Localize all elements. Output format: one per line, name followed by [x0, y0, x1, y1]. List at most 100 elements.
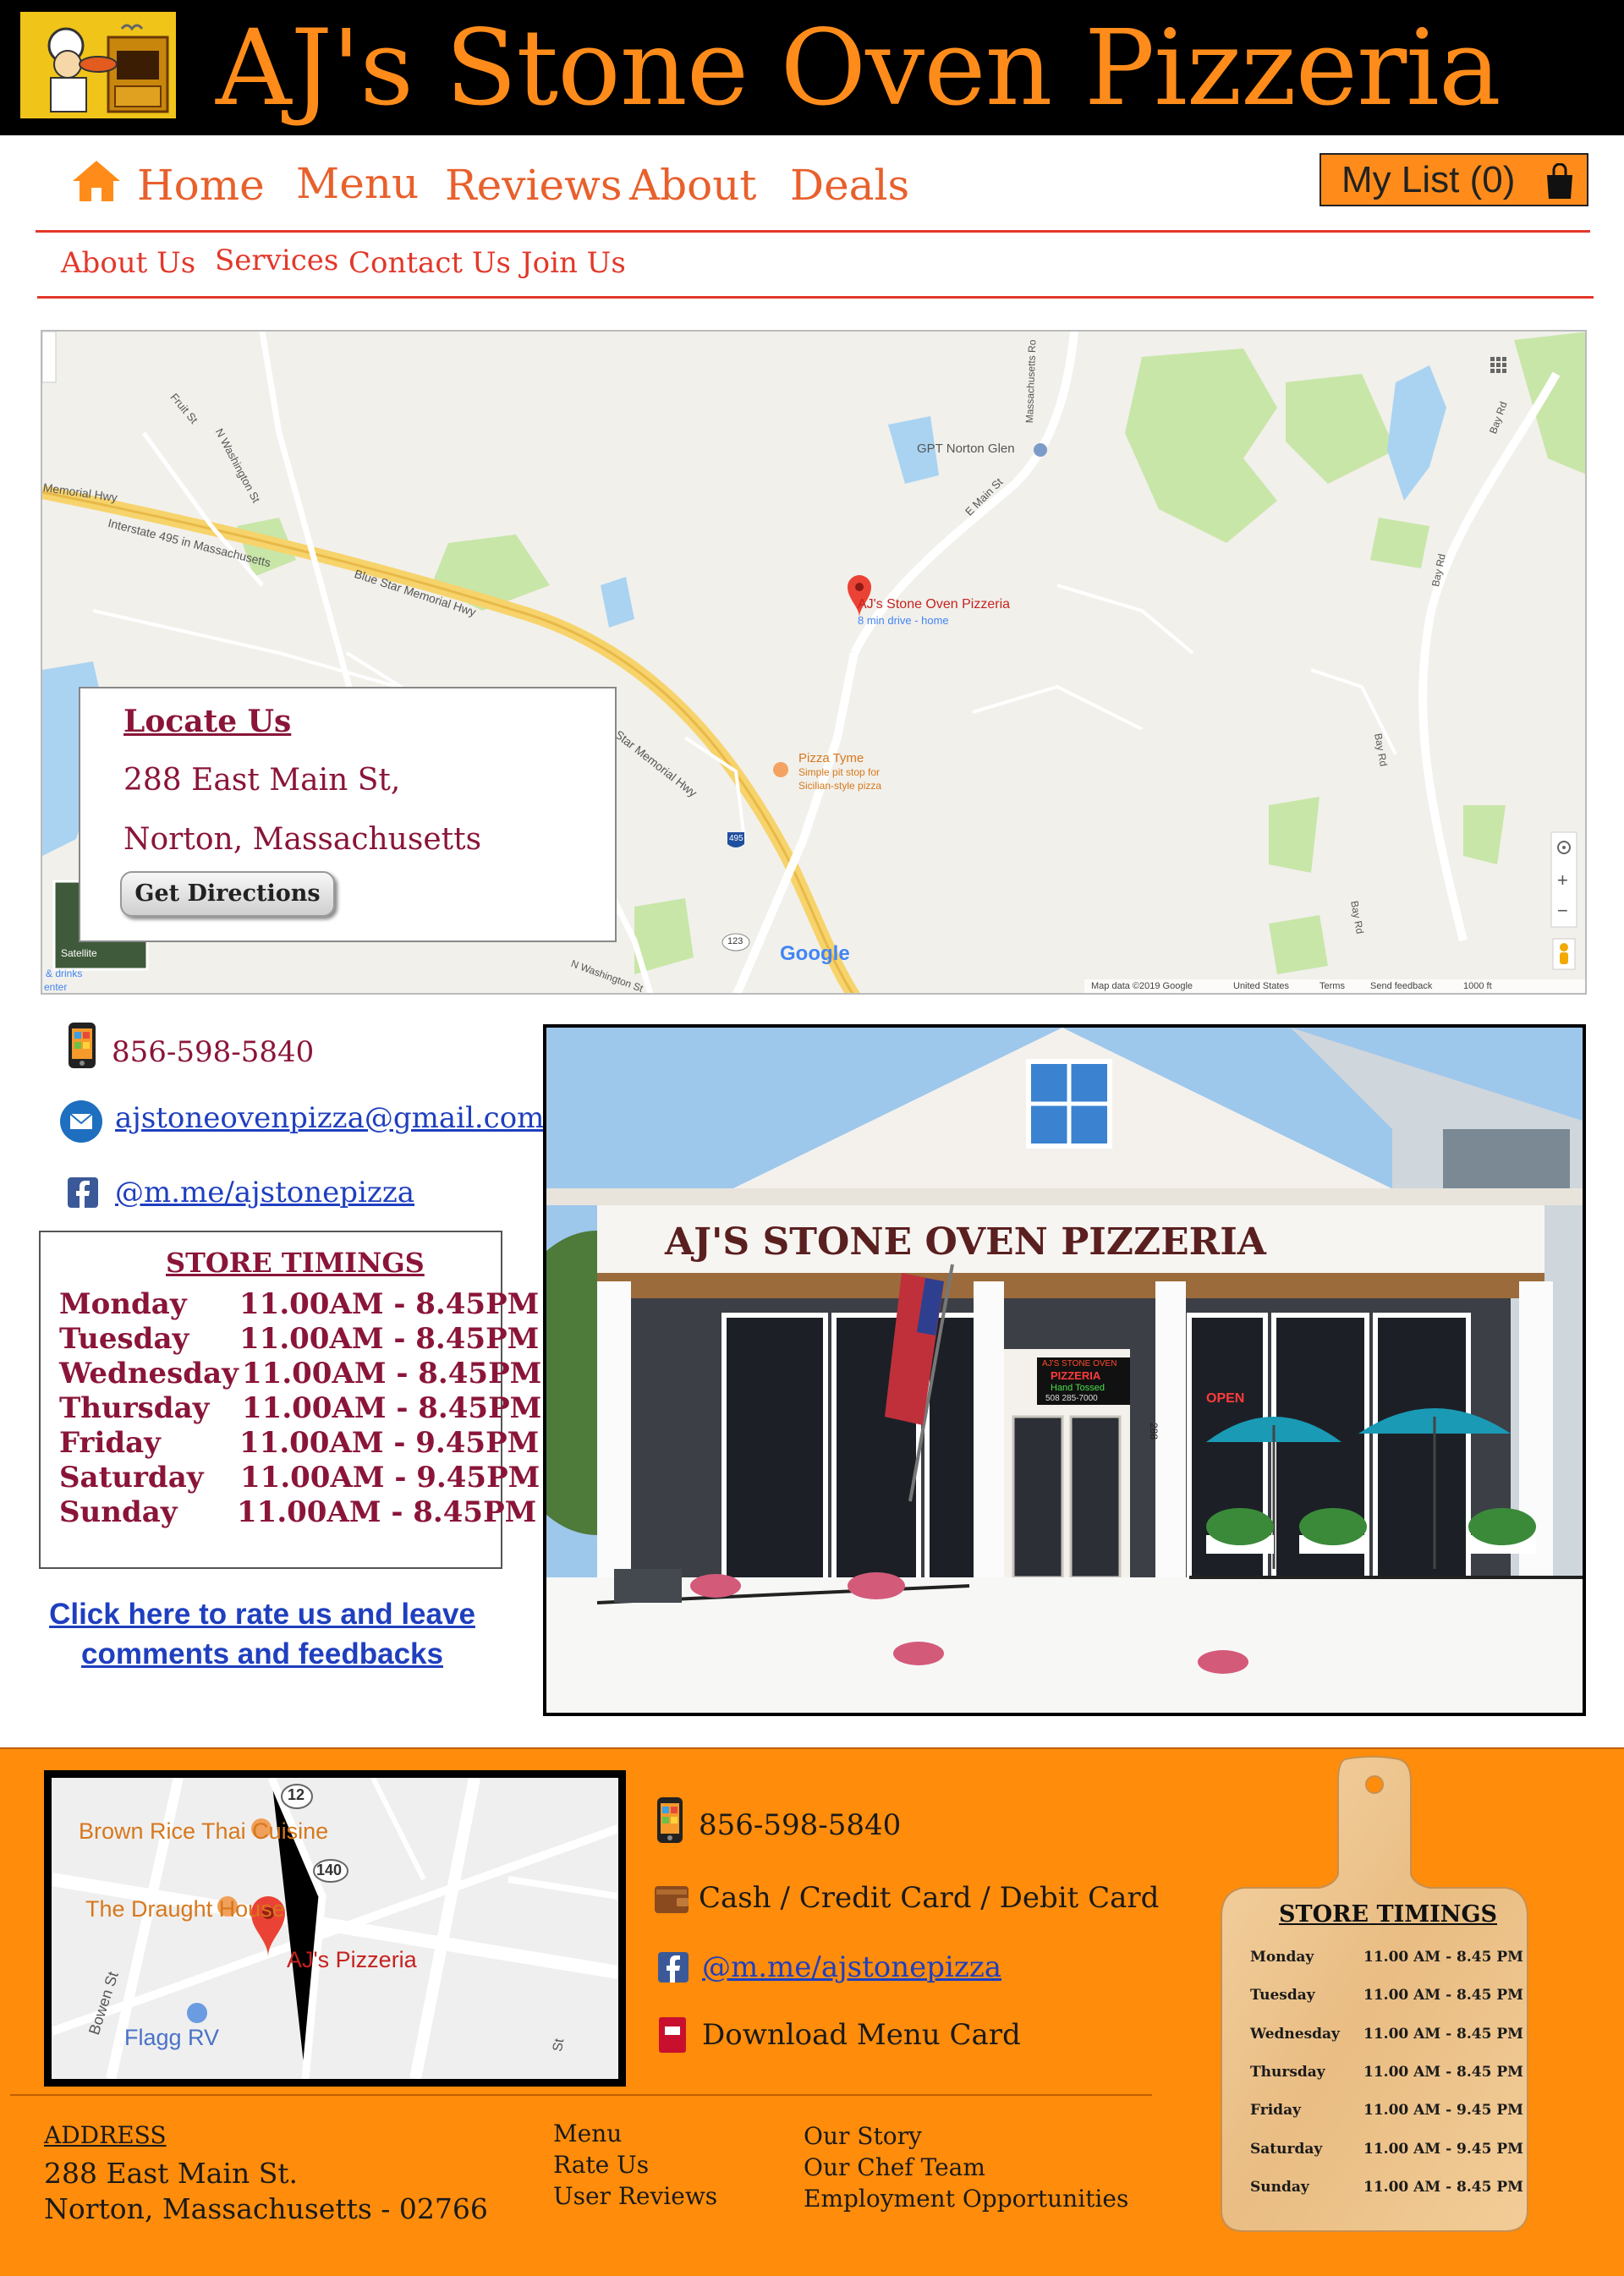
footer-link-rate-us[interactable]: Rate Us [553, 2149, 649, 2180]
map-footer-data: Map data ©2019 Google [1091, 981, 1193, 991]
footer-link-our-story[interactable]: Our Story [804, 2120, 922, 2152]
map-zoom-in[interactable]: + [1557, 869, 1568, 891]
rate-us-line1[interactable]: Click here to rate us and leave [34, 1594, 491, 1634]
subnav-join-us[interactable]: Join Us [521, 246, 626, 280]
storefront-sign: AJ'S STONE OVEN PIZZERIA [665, 1220, 1266, 1264]
locate-address-line1: 288 East Main St, [123, 763, 401, 798]
footer-map-label-draught: The Draught House [85, 1896, 285, 1922]
map-footer-us: United States [1233, 981, 1290, 991]
footer-link-user-reviews[interactable]: User Reviews [553, 2180, 717, 2212]
timing-hours: 11.00AM - 9.45PM [239, 1426, 540, 1460]
footer-map-shield-140: 140 [316, 1862, 343, 1878]
map-label-marker: AJ's Stone Oven Pizzeria [858, 597, 1011, 612]
nav-about[interactable]: About [629, 160, 757, 211]
footer-map-label-brown-rice: Brown Rice Thai Cuisine [79, 1818, 329, 1844]
rate-us-line2[interactable]: comments and feedbacks [34, 1634, 491, 1674]
rate-us-link[interactable]: Click here to rate us and leave comments… [34, 1594, 491, 1674]
subnav-contact-us[interactable]: Contact Us [348, 246, 511, 280]
nav-divider-top [36, 230, 1590, 233]
footer-address-line1: 288 East Main St. [44, 2157, 299, 2190]
footer-map-label-ajs: AJ's Pizzeria [287, 1947, 417, 1972]
nav-divider-bottom [37, 296, 1594, 299]
subnav-about-us[interactable]: About Us [61, 246, 195, 280]
board-timing-day: Saturday [1250, 2141, 1323, 2158]
timing-day: Tuesday [59, 1322, 189, 1356]
timing-hours: 11.00AM - 9.45PM [240, 1461, 540, 1494]
contact-email[interactable]: ajstoneovenpizza@gmail.com [115, 1101, 544, 1135]
footer-link-employment[interactable]: Employment Opportunities [804, 2183, 1128, 2214]
map-label-center: enter [44, 981, 68, 993]
footer-address-heading: ADDRESS [44, 2121, 167, 2149]
storefront-photo: AJ'S STONE OVEN PIZZERIA AJ'S STONE OVEN… [543, 1024, 1586, 1716]
board-timing-hours: 11.00 AM - 8.45 PM [1363, 2026, 1523, 2043]
board-timing-day: Thursday [1250, 2064, 1325, 2081]
map-footer-scale: 1000 ft [1463, 981, 1492, 991]
pizza-chef-logo[interactable] [20, 12, 176, 118]
footer-phone[interactable]: 856-598-5840 [699, 1808, 901, 1842]
map-satellite-label[interactable]: Satellite [61, 947, 97, 959]
footer-download-menu[interactable]: Download Menu Card [702, 2018, 1021, 2052]
board-timing-day: Monday [1250, 1949, 1314, 1966]
nav-deals[interactable]: Deals [790, 160, 909, 211]
map-footer-feedback[interactable]: Send feedback [1370, 981, 1432, 991]
board-timing-hours: 11.00 AM - 8.45 PM [1363, 1987, 1523, 2004]
footer-link-menu[interactable]: Menu [553, 2118, 622, 2149]
map-zoom-out[interactable]: − [1557, 900, 1568, 922]
footer-address-line2: Norton, Massachusetts - 02766 [44, 2192, 488, 2225]
footer-link-chef-team[interactable]: Our Chef Team [804, 2152, 985, 2183]
locate-address-line2: Norton, Massachusetts [123, 822, 482, 857]
my-list-button[interactable]: My List (0) [1320, 153, 1588, 206]
board-timing-day: Tuesday [1250, 1987, 1315, 2004]
google-logo: Google [780, 942, 850, 965]
footer-divider [10, 2094, 1152, 2096]
window-sign-4: 508 285-7000 [1045, 1394, 1098, 1403]
open-sign: OPEN [1206, 1391, 1245, 1406]
map-label-marker-sub: 8 min drive - home [858, 614, 949, 627]
site-title[interactable]: AJ's Stone Oven Pizzeria [216, 5, 1501, 132]
board-timing-day: Sunday [1250, 2179, 1309, 2196]
mail-icon [59, 1100, 103, 1143]
store-timings-heading: STORE TIMINGS [166, 1247, 425, 1279]
nav-menu[interactable]: Menu [296, 158, 419, 209]
pegman-icon[interactable] [1560, 943, 1568, 964]
shopping-bag-icon [1543, 162, 1577, 200]
footer-payment: Cash / Credit Card / Debit Card [699, 1881, 1160, 1915]
home-icon[interactable] [71, 159, 122, 203]
timing-day: Friday [59, 1426, 161, 1460]
subnav-services[interactable]: Services [215, 244, 338, 277]
my-list-label: My List (0) [1341, 159, 1516, 200]
nav-reviews[interactable]: Reviews [445, 160, 623, 211]
footer-phone-icon [656, 1796, 683, 1844]
timing-day: Wednesday [59, 1357, 239, 1390]
get-directions-button[interactable]: Get Directions [120, 871, 335, 917]
timing-hours: 11.00AM - 8.45PM [239, 1287, 540, 1321]
map-shield-495: 495 [729, 834, 743, 843]
locate-us-heading[interactable]: Locate Us [123, 704, 291, 739]
map-label-drinks: & drinks [46, 968, 83, 979]
board-timing-hours: 11.00 AM - 8.45 PM [1363, 2179, 1523, 2196]
timing-day: Thursday [59, 1391, 210, 1425]
map-label-gpt: GPT Norton Glen [917, 441, 1015, 456]
menu-card-icon [658, 2016, 687, 2054]
window-sign-2: PIZZERIA [1051, 1369, 1101, 1382]
map-label-pizza-tyme-sub2: Sicilian-style pizza [798, 780, 882, 792]
board-timing-day: Wednesday [1250, 2026, 1340, 2043]
footer-timings-heading: STORE TIMINGS [1279, 1901, 1498, 1928]
board-timing-hours: 11.00 AM - 8.45 PM [1363, 1949, 1523, 1966]
contact-facebook[interactable]: @m.me/ajstonepizza [115, 1176, 414, 1209]
map-shield-123: 123 [727, 936, 743, 946]
timing-day: Saturday [59, 1461, 204, 1494]
phone-icon [68, 1022, 96, 1069]
timing-hours: 11.00AM - 8.45PM [242, 1357, 542, 1390]
nav-home[interactable]: Home [137, 160, 265, 211]
apps-grid-icon[interactable] [1490, 357, 1506, 373]
board-timing-day: Friday [1250, 2102, 1301, 2119]
footer-facebook[interactable]: @m.me/ajstonepizza [702, 1950, 1001, 1984]
map-footer-terms[interactable]: Terms [1320, 981, 1345, 991]
house-number: 288 [1148, 1422, 1160, 1440]
footer-map-shield-12: 12 [288, 1786, 305, 1803]
window-sign-3: Hand Tossed [1051, 1383, 1106, 1393]
footer-map[interactable]: Brown Rice Thai Cuisine The Draught Hous… [44, 1770, 626, 2087]
contact-phone[interactable]: 856-598-5840 [112, 1035, 314, 1069]
footer-facebook-icon [658, 1952, 689, 1983]
